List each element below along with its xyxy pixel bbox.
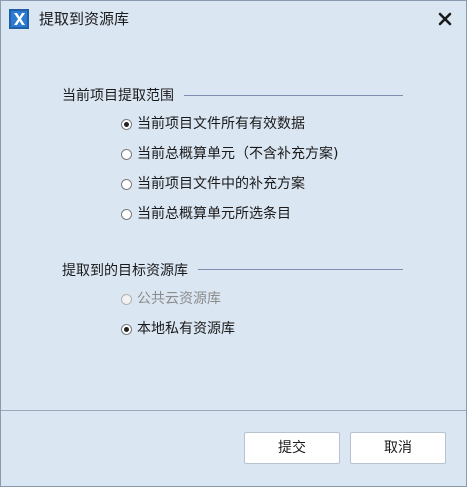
radio-indicator xyxy=(121,118,132,130)
title-bar: 提取到资源库 xyxy=(1,1,466,37)
submit-button[interactable]: 提交 xyxy=(244,432,340,464)
app-logo-icon xyxy=(9,9,29,29)
target-group-divider xyxy=(198,269,403,270)
radio-current-unit-no-supplement[interactable]: 当前总概算单元（不含补充方案) xyxy=(121,144,338,164)
radio-supplement-plans[interactable]: 当前项目文件中的补充方案 xyxy=(121,174,305,194)
radio-indicator xyxy=(121,178,132,190)
range-group-title: 当前项目提取范围 xyxy=(62,88,174,104)
radio-all-valid-data[interactable]: 当前项目文件所有有效数据 xyxy=(121,114,305,134)
radio-selected-entries[interactable]: 当前总概算单元所选条目 xyxy=(121,204,291,224)
footer-divider xyxy=(1,410,466,411)
extract-to-library-dialog: 提取到资源库 当前项目提取范围 当前项目文件所有有效数据 当前总概算单元（不含补… xyxy=(0,0,467,487)
target-group-title: 提取到的目标资源库 xyxy=(62,263,188,279)
radio-indicator xyxy=(121,148,132,160)
radio-label: 当前项目文件中的补充方案 xyxy=(137,176,305,192)
radio-label: 当前总概算单元所选条目 xyxy=(137,206,291,222)
radio-indicator xyxy=(121,208,132,220)
radio-indicator xyxy=(121,323,132,335)
radio-label: 当前总概算单元（不含补充方案) xyxy=(137,146,339,162)
window-title: 提取到资源库 xyxy=(39,10,130,28)
cancel-button[interactable]: 取消 xyxy=(350,432,446,464)
range-group-divider xyxy=(184,95,403,96)
radio-local-private-library[interactable]: 本地私有资源库 xyxy=(121,319,235,339)
radio-indicator xyxy=(121,293,132,305)
radio-label: 公共云资源库 xyxy=(137,291,221,307)
radio-label: 当前项目文件所有有效数据 xyxy=(137,116,305,132)
close-icon xyxy=(438,12,452,26)
radio-public-cloud-library: 公共云资源库 xyxy=(121,289,221,309)
close-button[interactable] xyxy=(434,8,456,30)
radio-label: 本地私有资源库 xyxy=(137,321,235,337)
